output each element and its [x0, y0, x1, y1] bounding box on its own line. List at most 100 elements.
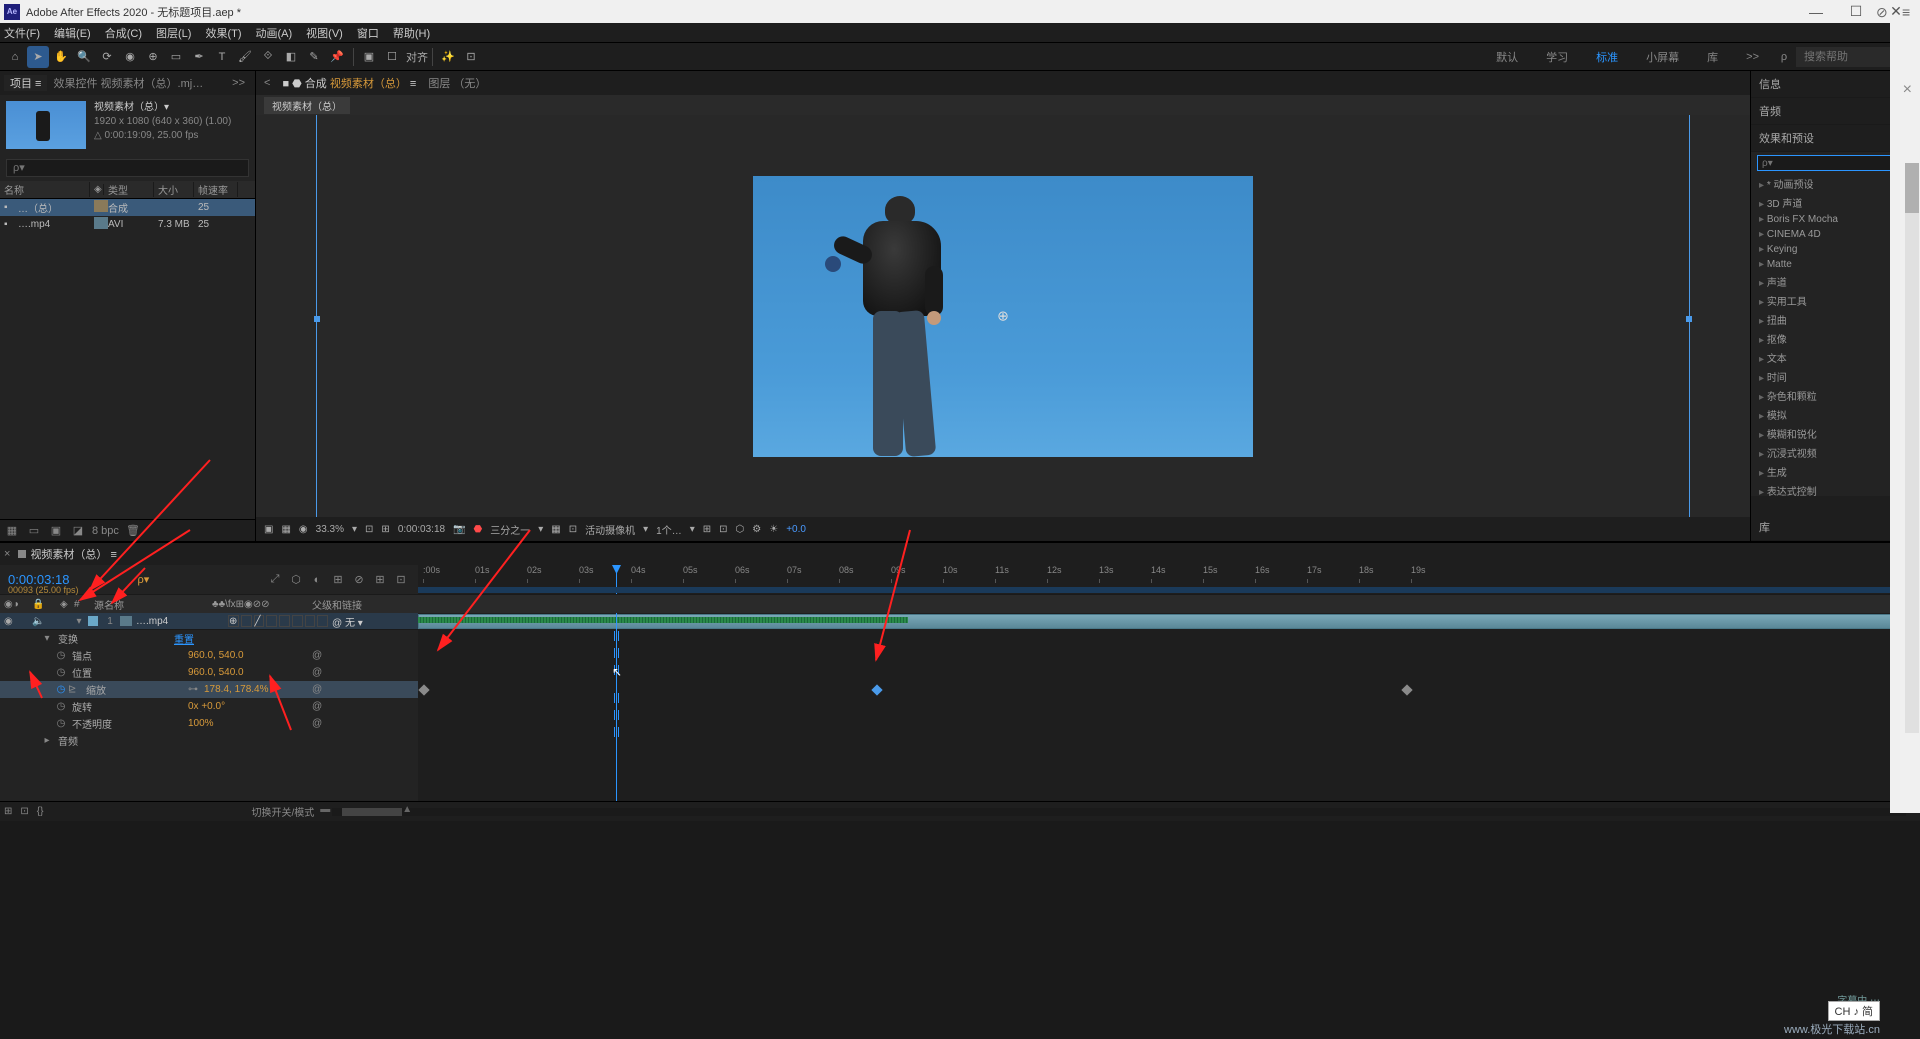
- comp-lock-icon[interactable]: <: [264, 77, 270, 89]
- fx-switch[interactable]: [266, 615, 277, 627]
- resolution-dropdown[interactable]: 三分之一: [490, 522, 530, 537]
- col-label-icon[interactable]: ◈: [90, 184, 104, 195]
- scale-graph-icon[interactable]: ⊵: [68, 684, 82, 695]
- tab-effect-controls[interactable]: 效果控件 视频素材（总）.mj…: [47, 75, 209, 91]
- tab-layer[interactable]: 图层 （无）: [428, 75, 486, 91]
- renderer-icon[interactable]: ⚙: [752, 524, 761, 535]
- composition-viewer[interactable]: ⊕: [256, 115, 1750, 517]
- grid-icon[interactable]: ⊞: [703, 524, 711, 535]
- anchor-value[interactable]: 960.0, 540.0: [188, 650, 244, 661]
- scale-value[interactable]: 178.4, 178.4%: [204, 684, 269, 695]
- bbox-handle-right[interactable]: [1686, 316, 1692, 322]
- workspace-standard[interactable]: 标准: [1596, 49, 1618, 65]
- transform-twirl-icon[interactable]: ▾: [40, 633, 54, 644]
- ext-reload-icon[interactable]: ⊘: [1876, 4, 1892, 20]
- 3d-icon[interactable]: ⬡: [736, 524, 745, 535]
- prop-rotation[interactable]: ◷ 旋转 0x +0.0° @: [0, 698, 418, 715]
- menu-edit[interactable]: 编辑(E): [54, 25, 91, 41]
- tab-composition[interactable]: ■ ⬣ 合成 视频素材（总） ≡: [282, 75, 416, 91]
- adjustment-switch[interactable]: [305, 615, 316, 627]
- workspace-more[interactable]: >>: [1746, 51, 1759, 63]
- tab-overflow[interactable]: >>: [226, 77, 251, 89]
- timeline-icon[interactable]: ⊡: [569, 524, 577, 535]
- layer-name[interactable]: ….mp4: [132, 616, 228, 627]
- brainstorm-icon[interactable]: ⊡: [392, 571, 410, 589]
- roi-icon[interactable]: ⊞: [381, 524, 389, 535]
- interpret-footage-icon[interactable]: ▦: [4, 523, 20, 539]
- stopwatch-icon[interactable]: ◷: [54, 650, 68, 661]
- project-item-comp[interactable]: ▪ …（总） 合成 25: [0, 199, 255, 216]
- scrollbar-thumb[interactable]: [1905, 163, 1919, 213]
- comp-flow-item[interactable]: 视频素材（总）: [264, 97, 350, 114]
- views-dropdown-icon[interactable]: ▾: [690, 524, 695, 535]
- project-item-video[interactable]: ▪ ….mp4 AVI 7.3 MB 25: [0, 216, 255, 233]
- views-dropdown[interactable]: 1个…: [656, 522, 682, 537]
- tab-project[interactable]: 项目 ≡: [4, 75, 47, 91]
- trash-icon[interactable]: 🗑: [125, 523, 141, 539]
- zoom-level[interactable]: 33.3%: [316, 524, 344, 535]
- keyframe-scale-2[interactable]: [871, 684, 882, 695]
- stopwatch-icon[interactable]: ◷: [54, 718, 68, 729]
- parent-pickwhip-icon[interactable]: @ 无 ▾: [328, 614, 418, 629]
- shy-icon[interactable]: ◐: [308, 571, 326, 589]
- project-search-input[interactable]: [6, 159, 249, 177]
- res-dropdown-icon[interactable]: ▾: [538, 524, 543, 535]
- comp-thumbnail[interactable]: [6, 101, 86, 149]
- toggle-switches-label[interactable]: 切换开关/模式: [251, 804, 314, 819]
- mask-icon[interactable]: ◉: [299, 524, 308, 535]
- shape-tool-icon[interactable]: ▭: [165, 46, 187, 68]
- anchor-tool-icon[interactable]: ⊕: [142, 46, 164, 68]
- current-time-indicator[interactable]: [616, 613, 617, 801]
- composition-canvas[interactable]: ⊕: [753, 176, 1253, 457]
- preview-timecode[interactable]: 0:00:03:18: [398, 524, 445, 535]
- frameblend-switch[interactable]: [279, 615, 290, 627]
- home-tool-icon[interactable]: ⌂: [4, 46, 26, 68]
- full-res-icon[interactable]: ⊡: [365, 524, 373, 535]
- ext-close-icon[interactable]: ×: [1903, 81, 1912, 99]
- col-label-icon[interactable]: ◈: [56, 599, 70, 610]
- timeline-zoom-slider[interactable]: ▬ ▲: [332, 808, 1906, 816]
- minimize-button[interactable]: —: [1796, 4, 1836, 20]
- col-size[interactable]: 大小: [154, 182, 194, 197]
- exposure-reset-icon[interactable]: ☀: [769, 524, 778, 535]
- col-name[interactable]: 名称: [0, 182, 90, 197]
- prop-scale[interactable]: ◂ ◆ ▸ ◷ ⊵ 缩放 ⊶ 178.4, 178.4% @: [0, 681, 418, 698]
- new-adjustment-icon[interactable]: ◪: [70, 523, 86, 539]
- expression-pickwhip-icon[interactable]: @: [312, 701, 328, 712]
- pen-tool-icon[interactable]: ✒: [188, 46, 210, 68]
- timeline-tracks[interactable]: ↖: [418, 613, 1920, 801]
- ext-menu-icon[interactable]: ≡: [1902, 4, 1918, 20]
- maximize-button[interactable]: ☐: [1836, 3, 1876, 20]
- hand-tool-icon[interactable]: ✋: [50, 46, 72, 68]
- text-tool-icon[interactable]: T: [211, 46, 233, 68]
- fast-preview-icon[interactable]: ▦: [551, 524, 560, 535]
- rotate-tool-icon[interactable]: ◉: [119, 46, 141, 68]
- vertical-scrollbar[interactable]: [1905, 163, 1919, 733]
- stopwatch-icon[interactable]: ◷: [54, 667, 68, 678]
- audio-toggle-icon[interactable]: 🔈: [28, 616, 56, 627]
- transform-reset[interactable]: 重置: [174, 631, 194, 646]
- rotation-value[interactable]: 0x +0.0°: [188, 701, 225, 712]
- keyframe-scale-3[interactable]: [1401, 684, 1412, 695]
- region-tool-icon[interactable]: ▣: [358, 46, 380, 68]
- ime-language[interactable]: CH ♪ 简: [1828, 1001, 1881, 1021]
- search-tool-icon[interactable]: ⊡: [460, 46, 482, 68]
- 3d-switch[interactable]: [317, 615, 328, 627]
- audio-group[interactable]: ▸ 音频: [0, 732, 418, 749]
- expression-pickwhip-icon[interactable]: @: [312, 667, 328, 678]
- zoom-tool-icon[interactable]: 🔍: [73, 46, 95, 68]
- always-preview-icon[interactable]: ▣: [264, 524, 273, 535]
- stopwatch-icon[interactable]: ◷: [54, 701, 68, 712]
- search-timeline-icon[interactable]: ρ▾: [137, 573, 149, 586]
- expression-pickwhip-icon[interactable]: @: [312, 650, 328, 661]
- clone-tool-icon[interactable]: ⟐: [257, 46, 279, 68]
- zoom-thumb[interactable]: [342, 808, 402, 816]
- guides-icon[interactable]: ⊡: [719, 524, 727, 535]
- expression-pickwhip-icon[interactable]: @: [312, 684, 328, 695]
- selection-tool-icon[interactable]: ➤: [27, 46, 49, 68]
- orbit-tool-icon[interactable]: ⟳: [96, 46, 118, 68]
- menu-layer[interactable]: 图层(L): [156, 25, 191, 41]
- graph-editor-icon[interactable]: ⊞: [371, 571, 389, 589]
- timeline-ruler[interactable]: :00s 01s 02s 03s 04s 05s 06s 07s 08s 09s…: [418, 565, 1920, 594]
- bpc-display[interactable]: 8 bpc: [92, 525, 119, 537]
